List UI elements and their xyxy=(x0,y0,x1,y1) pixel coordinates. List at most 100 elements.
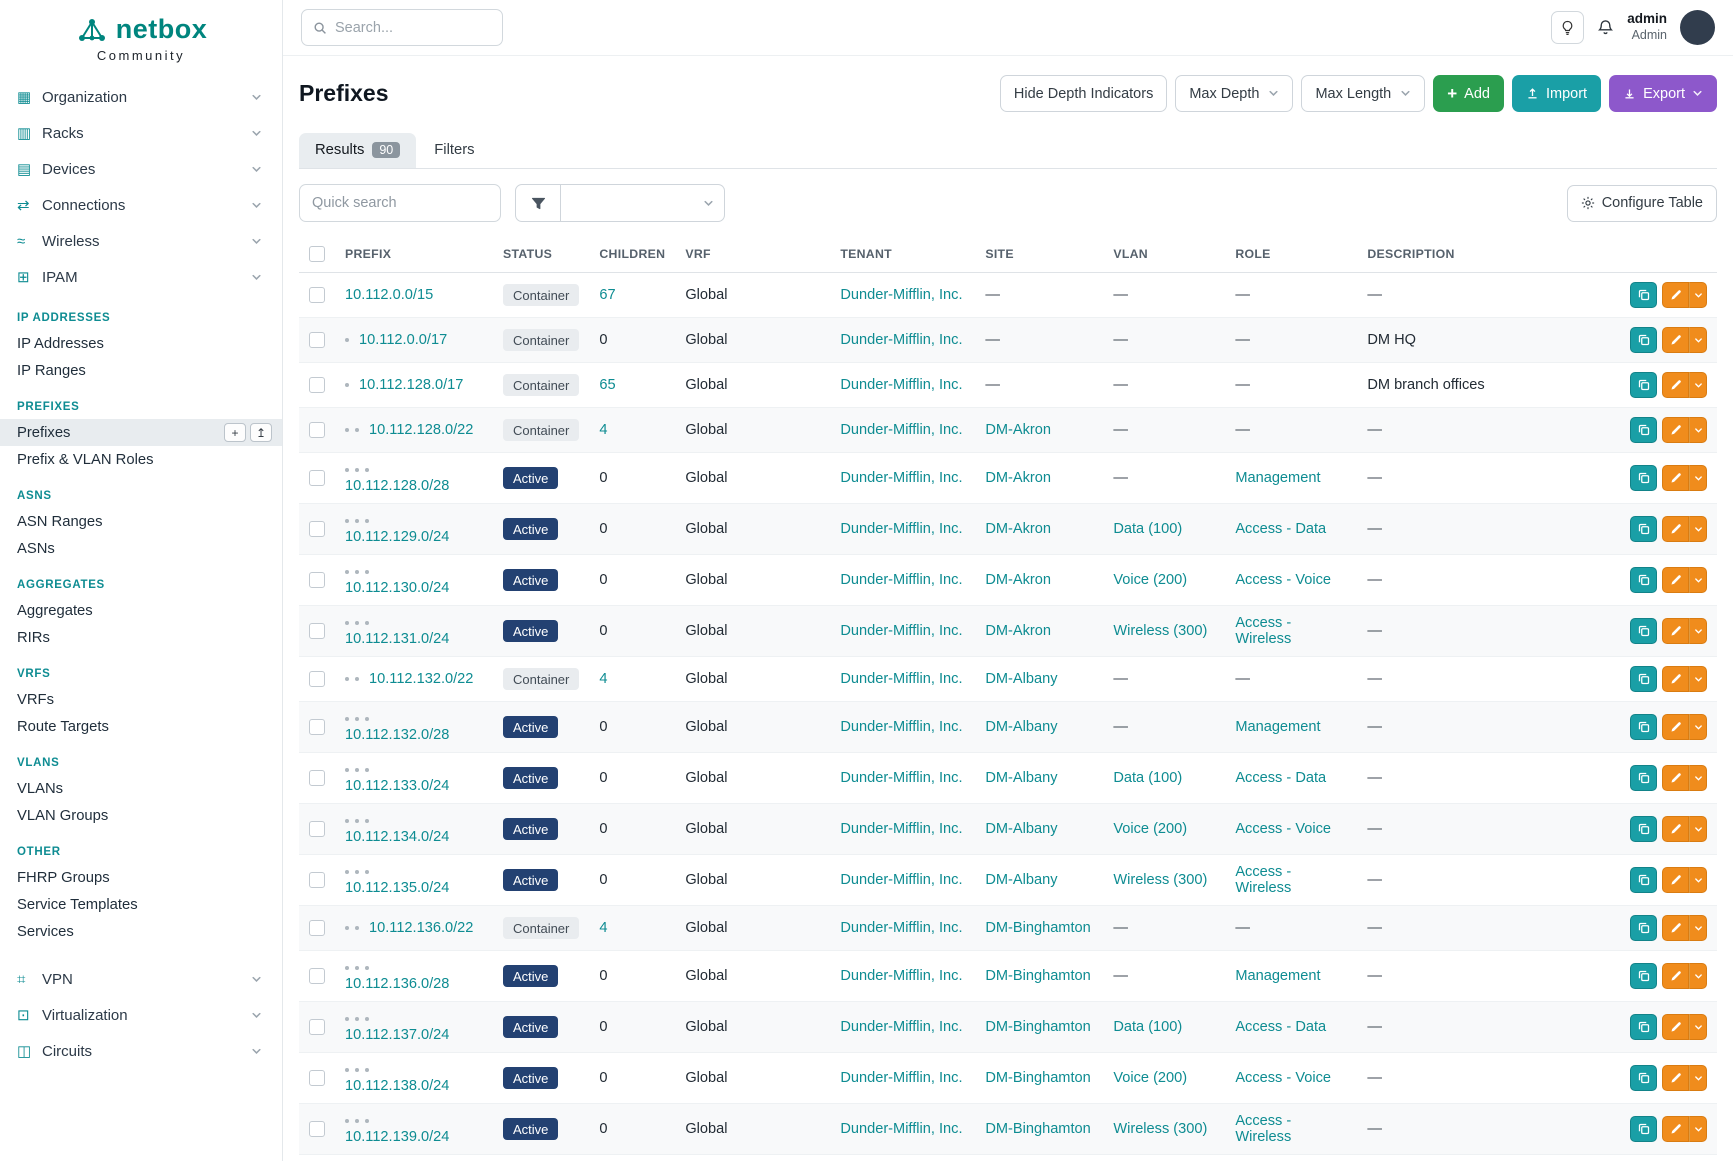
row-checkbox[interactable] xyxy=(309,572,325,588)
prefix-link[interactable]: 10.112.136.0/22 xyxy=(369,920,473,936)
search-input[interactable] xyxy=(335,20,491,36)
site-link[interactable]: DM-Albany xyxy=(985,872,1057,888)
tenant-link[interactable]: Dunder-Mifflin, Inc. xyxy=(840,671,962,687)
column-header-children[interactable]: Children xyxy=(589,236,675,273)
sidebar-group-virtualization[interactable]: ⊡ Virtualization xyxy=(0,997,282,1033)
sidebar-group-racks[interactable]: ▥ Racks xyxy=(0,115,282,151)
edit-dropdown-button[interactable] xyxy=(1689,417,1707,443)
edit-dropdown-button[interactable] xyxy=(1689,1014,1707,1040)
site-link[interactable]: DM-Albany xyxy=(985,671,1057,687)
edit-button[interactable] xyxy=(1662,915,1689,941)
prefix-link[interactable]: 10.112.0.0/15 xyxy=(345,287,433,303)
copy-button[interactable] xyxy=(1630,666,1657,692)
notifications-icon[interactable] xyxy=(1597,19,1614,36)
tenant-link[interactable]: Dunder-Mifflin, Inc. xyxy=(840,470,962,486)
tenant-link[interactable]: Dunder-Mifflin, Inc. xyxy=(840,623,962,639)
edit-button[interactable] xyxy=(1662,1014,1689,1040)
edit-button[interactable] xyxy=(1662,765,1689,791)
prefix-link[interactable]: 10.112.139.0/24 xyxy=(345,1129,449,1145)
filter-button[interactable] xyxy=(515,184,561,222)
prefix-link[interactable]: 10.112.132.0/22 xyxy=(369,671,473,687)
role-link[interactable]: Access - Wireless xyxy=(1235,615,1291,647)
edit-dropdown-button[interactable] xyxy=(1689,666,1707,692)
sidebar-item-asns[interactable]: ASNs + ↥ xyxy=(0,535,282,562)
column-header-site[interactable]: Site xyxy=(975,236,1103,273)
site-link[interactable]: DM-Akron xyxy=(985,422,1051,438)
tenant-link[interactable]: Dunder-Mifflin, Inc. xyxy=(840,920,962,936)
edit-button[interactable] xyxy=(1662,465,1689,491)
column-header-status[interactable]: Status xyxy=(493,236,589,273)
sidebar-group-devices[interactable]: ▤ Devices xyxy=(0,151,282,187)
prefix-link[interactable]: 10.112.136.0/28 xyxy=(345,976,449,992)
vlan-link[interactable]: Data (100) xyxy=(1113,521,1182,537)
sidebar-import-button[interactable]: ↥ xyxy=(250,423,272,442)
site-link[interactable]: DM-Albany xyxy=(985,821,1057,837)
tenant-link[interactable]: Dunder-Mifflin, Inc. xyxy=(840,521,962,537)
edit-button[interactable] xyxy=(1662,417,1689,443)
tenant-link[interactable]: Dunder-Mifflin, Inc. xyxy=(840,287,962,303)
edit-dropdown-button[interactable] xyxy=(1689,516,1707,542)
tenant-link[interactable]: Dunder-Mifflin, Inc. xyxy=(840,1070,962,1086)
theme-toggle-button[interactable] xyxy=(1551,11,1584,44)
copy-button[interactable] xyxy=(1630,516,1657,542)
edit-dropdown-button[interactable] xyxy=(1689,327,1707,353)
tab-results[interactable]: Results 90 xyxy=(299,133,416,168)
sidebar-item-vlan-groups[interactable]: VLAN Groups + ↥ xyxy=(0,802,282,829)
children-link[interactable]: 67 xyxy=(599,287,615,303)
edit-button[interactable] xyxy=(1662,618,1689,644)
row-checkbox[interactable] xyxy=(309,287,325,303)
site-link[interactable]: DM-Binghamton xyxy=(985,968,1090,984)
import-button[interactable]: Import xyxy=(1512,75,1601,112)
edit-dropdown-button[interactable] xyxy=(1689,714,1707,740)
tenant-link[interactable]: Dunder-Mifflin, Inc. xyxy=(840,1121,962,1137)
site-link[interactable]: DM-Binghamton xyxy=(985,1019,1090,1035)
edit-button[interactable] xyxy=(1662,816,1689,842)
prefix-link[interactable]: 10.112.129.0/24 xyxy=(345,529,449,545)
vlan-link[interactable]: Data (100) xyxy=(1113,1019,1182,1035)
role-link[interactable]: Access - Wireless xyxy=(1235,864,1291,896)
sidebar-item-service-templates[interactable]: Service Templates + ↥ xyxy=(0,891,282,918)
sidebar-item-prefix-vlan-roles[interactable]: Prefix & VLAN Roles + ↥ xyxy=(0,446,282,473)
sidebar-group-circuits[interactable]: ◫ Circuits xyxy=(0,1033,282,1069)
vlan-link[interactable]: Voice (200) xyxy=(1113,1070,1187,1086)
row-checkbox[interactable] xyxy=(309,719,325,735)
prefix-link[interactable]: 10.112.131.0/24 xyxy=(345,631,449,647)
global-search[interactable] xyxy=(301,9,503,46)
prefix-link[interactable]: 10.112.130.0/24 xyxy=(345,580,449,596)
prefix-link[interactable]: 10.112.0.0/17 xyxy=(359,332,447,348)
tenant-link[interactable]: Dunder-Mifflin, Inc. xyxy=(840,377,962,393)
edit-button[interactable] xyxy=(1662,963,1689,989)
role-link[interactable]: Access - Data xyxy=(1235,770,1326,786)
vlan-link[interactable]: Wireless (300) xyxy=(1113,872,1207,888)
sidebar-item-asn-ranges[interactable]: ASN Ranges + ↥ xyxy=(0,508,282,535)
saved-filter-select[interactable] xyxy=(561,184,725,222)
row-checkbox[interactable] xyxy=(309,1070,325,1086)
edit-dropdown-button[interactable] xyxy=(1689,465,1707,491)
edit-dropdown-button[interactable] xyxy=(1689,816,1707,842)
brand[interactable]: netbox Community xyxy=(0,0,282,63)
edit-dropdown-button[interactable] xyxy=(1689,372,1707,398)
site-link[interactable]: DM-Binghamton xyxy=(985,1070,1090,1086)
edit-button[interactable] xyxy=(1662,282,1689,308)
sidebar-group-wireless[interactable]: ≈ Wireless xyxy=(0,223,282,259)
row-checkbox[interactable] xyxy=(309,470,325,486)
row-checkbox[interactable] xyxy=(309,332,325,348)
edit-button[interactable] xyxy=(1662,516,1689,542)
prefix-link[interactable]: 10.112.128.0/22 xyxy=(369,422,473,438)
sidebar-item-route-targets[interactable]: Route Targets + ↥ xyxy=(0,713,282,740)
role-link[interactable]: Access - Data xyxy=(1235,1019,1326,1035)
prefix-link[interactable]: 10.112.137.0/24 xyxy=(345,1027,449,1043)
children-link[interactable]: 4 xyxy=(599,422,607,438)
edit-dropdown-button[interactable] xyxy=(1689,765,1707,791)
tenant-link[interactable]: Dunder-Mifflin, Inc. xyxy=(840,968,962,984)
sidebar-item-fhrp-groups[interactable]: FHRP Groups + ↥ xyxy=(0,864,282,891)
sidebar-add-button[interactable]: + xyxy=(224,423,246,442)
prefix-link[interactable]: 10.112.133.0/24 xyxy=(345,778,449,794)
edit-dropdown-button[interactable] xyxy=(1689,867,1707,893)
prefix-link[interactable]: 10.112.128.0/28 xyxy=(345,478,449,494)
role-link[interactable]: Access - Data xyxy=(1235,521,1326,537)
sidebar-group-ipam[interactable]: ⊞ IPAM xyxy=(0,259,282,295)
copy-button[interactable] xyxy=(1630,567,1657,593)
site-link[interactable]: DM-Binghamton xyxy=(985,1121,1090,1137)
row-checkbox[interactable] xyxy=(309,623,325,639)
